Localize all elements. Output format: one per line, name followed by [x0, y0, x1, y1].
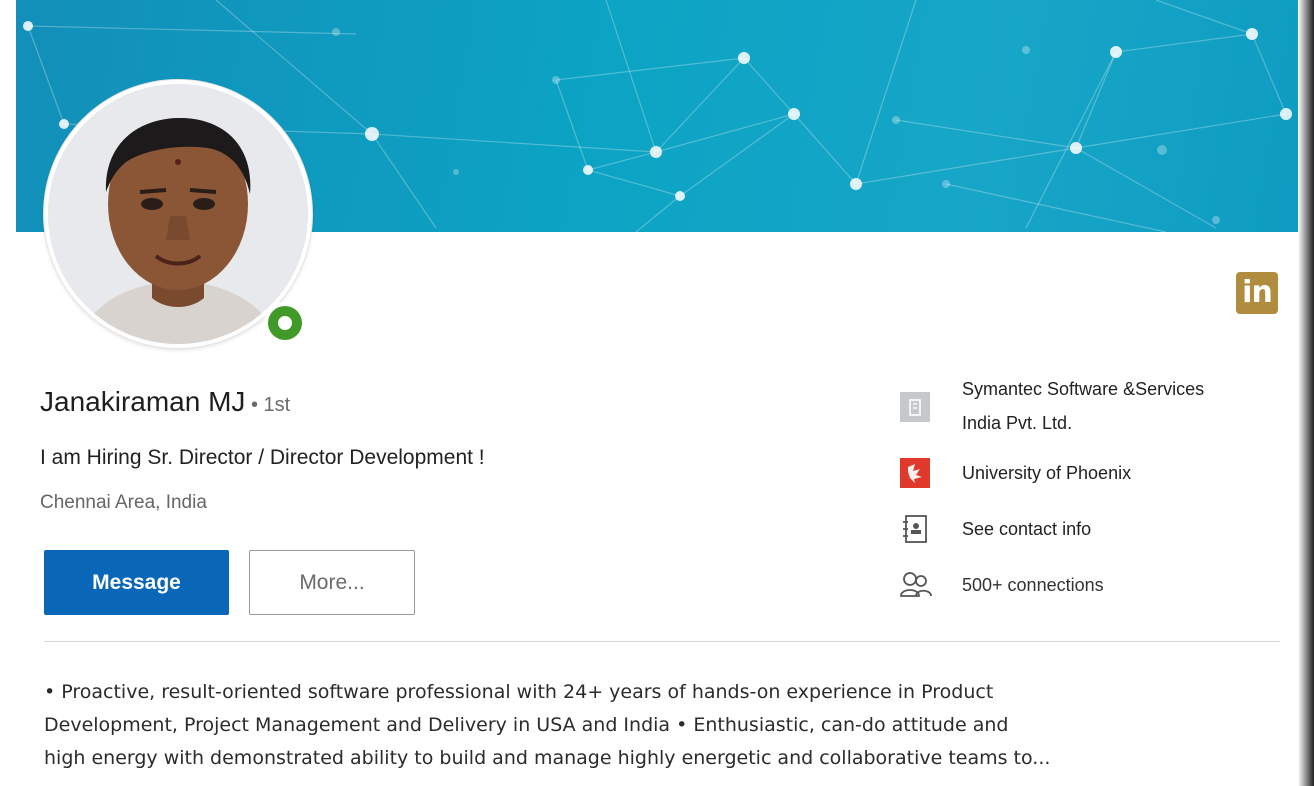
- profile-photo[interactable]: [44, 80, 312, 348]
- school-name: University of Phoenix: [962, 463, 1132, 483]
- more-button[interactable]: More...: [249, 550, 415, 615]
- connections-label: 500+ connections: [962, 575, 1104, 595]
- profile-name-text: Janakiraman MJ: [40, 386, 246, 417]
- frame-edge-left: [0, 0, 16, 786]
- profile-name: Janakiraman MJ • 1st: [40, 386, 290, 418]
- company-name-line2: India Pvt. Ltd.: [962, 413, 1073, 433]
- summary-line: • Proactive, result-oriented software pr…: [44, 681, 994, 703]
- profile-location: Chennai Area, India: [40, 492, 207, 513]
- summary-line: high energy with demonstrated ability to…: [44, 747, 1051, 769]
- building-icon: [900, 392, 930, 422]
- company-name-line1: Symantec Software &Services: [962, 379, 1205, 399]
- summary-line: Development, Project Management and Deli…: [44, 714, 1009, 736]
- frame-edge-shadow: [1298, 0, 1314, 786]
- profile-headline: I am Hiring Sr. Director / Director Deve…: [40, 446, 485, 469]
- linkedin-logo-icon: in: [1236, 272, 1278, 314]
- online-status-icon: [264, 302, 306, 344]
- contact-info-label: See contact info: [962, 519, 1092, 539]
- people-icon: [900, 570, 932, 600]
- profile-summary[interactable]: • Proactive, result-oriented software pr…: [44, 676, 1264, 775]
- profile-card: in Janakiraman MJ • 1st I am Hiring Sr. …: [16, 0, 1298, 786]
- school-logo-icon: [900, 458, 930, 488]
- connection-degree: • 1st: [245, 394, 291, 416]
- profile-photo-image: [48, 84, 308, 344]
- message-button[interactable]: Message: [44, 550, 229, 615]
- section-divider: [44, 641, 1280, 642]
- address-book-icon: [900, 514, 930, 544]
